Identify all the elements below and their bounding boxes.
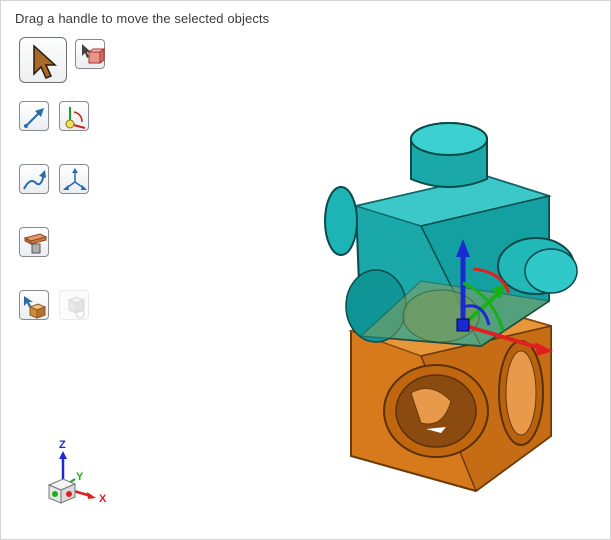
triad-arrows-icon [63, 168, 87, 190]
z-axis-label: Z [59, 439, 66, 451]
align-block-icon [23, 233, 48, 254]
axis-rotate-icon [65, 107, 86, 129]
select-pointer-button[interactable] [19, 37, 67, 83]
box-copy-icon [67, 296, 86, 319]
window-body: Drag a handle to move the selected objec… [0, 0, 611, 540]
view-triad: Z Y X [41, 439, 121, 511]
move-along-curve-button[interactable] [19, 164, 49, 194]
arrow-pointer-icon [33, 44, 57, 79]
apply-move-button[interactable] [19, 290, 49, 320]
x-axis-label: X [99, 493, 107, 505]
teal-block[interactable] [324, 122, 578, 348]
curve-arrow-icon [23, 170, 46, 190]
model-viewport[interactable] [251, 111, 601, 511]
rotate-about-axis-button[interactable] [59, 101, 89, 131]
free-move-button[interactable] [59, 164, 89, 194]
y-axis-label: Y [76, 471, 84, 483]
box-drag-icon [24, 296, 47, 319]
arrow-vector-icon [24, 108, 44, 128]
move-along-vector-button[interactable] [19, 101, 49, 131]
copy-move-button[interactable] [59, 290, 89, 320]
pointer-box-icon [82, 44, 106, 64]
align-faces-button[interactable] [19, 227, 49, 257]
status-prompt: Drag a handle to move the selected objec… [15, 11, 270, 26]
select-box-button[interactable] [75, 39, 106, 69]
